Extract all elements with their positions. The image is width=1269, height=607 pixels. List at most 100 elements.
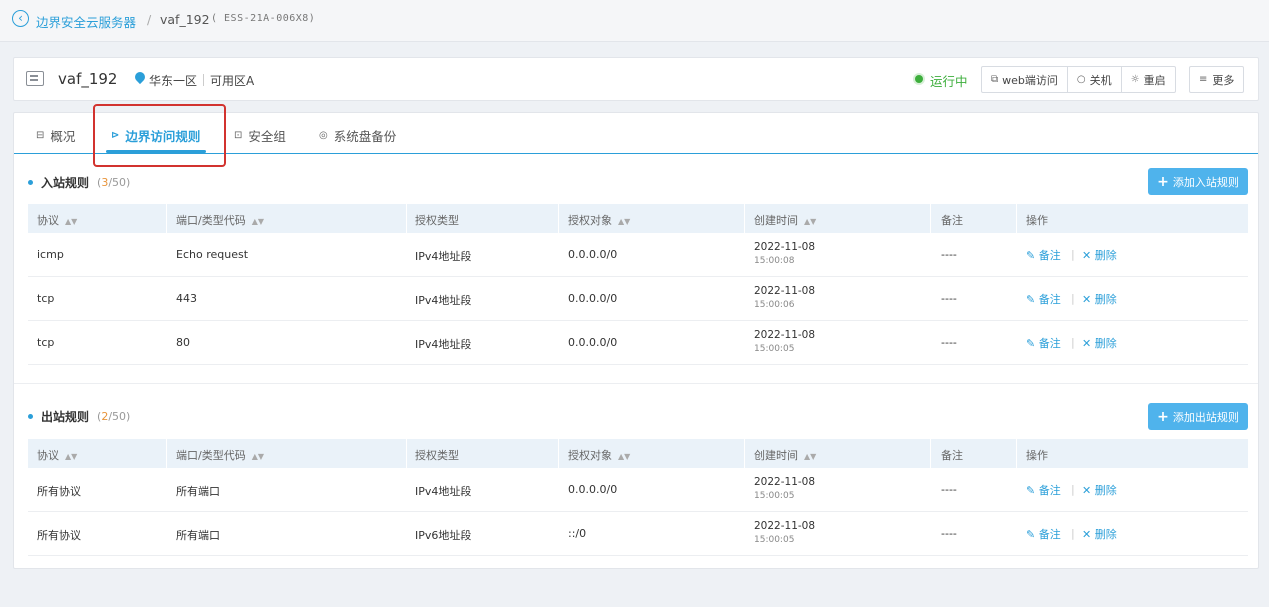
add-inbound-label: 添加入站规则	[1172, 175, 1239, 189]
column-header-label: 备注	[941, 214, 963, 227]
tab-security-group[interactable]: ⊡ 安全组	[234, 126, 286, 145]
section-bullet-icon	[28, 414, 33, 419]
overview-icon: ⊟	[36, 130, 45, 141]
delete-label: 删除	[1094, 293, 1117, 306]
edit-icon: ✎	[1026, 484, 1039, 497]
shutdown-label: 关机	[1089, 73, 1112, 87]
table-row: icmp Echo request IPv4地址段 0.0.0.0/0 2022-11-…	[28, 233, 1248, 277]
action-separator: |	[1071, 527, 1075, 540]
sort-icon[interactable]: ▲▼	[804, 452, 816, 461]
column-divider	[406, 439, 407, 468]
column-header-3[interactable]: 授权对象 ▲▼	[568, 447, 630, 463]
region-label: 华东一区	[149, 74, 198, 88]
column-header-4[interactable]: 创建时间 ▲▼	[754, 212, 816, 228]
breadcrumb: ‹ 边界安全云服务器 / vaf_192 ( ESS-21A-006X8)	[0, 0, 1269, 42]
column-header-label: 协议	[37, 214, 59, 227]
edit-note-link[interactable]: ✎ 备注	[1026, 291, 1061, 307]
edit-note-link[interactable]: ✎ 备注	[1026, 247, 1061, 263]
column-header-4[interactable]: 创建时间 ▲▼	[754, 447, 816, 463]
column-header-3[interactable]: 授权对象 ▲▼	[568, 212, 630, 228]
note-cell: ----	[941, 292, 957, 305]
table-row: 所有协议 所有端口 IPv6地址段::/0 2022-11-08 15:00:05 ---…	[28, 512, 1248, 556]
edit-icon: ✎	[1026, 528, 1039, 541]
created-time-cell: 2022-11-08 15:00:05	[754, 476, 815, 501]
sort-icon[interactable]: ▲▼	[252, 217, 264, 226]
edit-note-link[interactable]: ✎ 备注	[1026, 526, 1061, 542]
created-date: 2022-11-08	[754, 329, 816, 341]
column-header-1[interactable]: 端口/类型代码 ▲▼	[176, 212, 264, 228]
column-divider	[930, 439, 931, 468]
edit-icon: ✎	[1026, 249, 1039, 262]
column-header-1[interactable]: 端口/类型代码 ▲▼	[176, 447, 264, 463]
restart-button[interactable]: ☼ 重启	[1122, 67, 1175, 92]
created-date: 2022-11-08	[754, 476, 816, 488]
edit-note-link[interactable]: ✎ 备注	[1026, 482, 1061, 498]
sort-icon[interactable]: ▲▼	[65, 217, 77, 226]
note-cell: ----	[941, 527, 957, 540]
column-header-label: 授权对象	[568, 449, 612, 462]
table-row: tcp 80 IPv4地址段 0.0.0.0/0 2022-11-08 15:00:05 -…	[28, 321, 1248, 365]
close-icon: ✕	[1082, 293, 1095, 306]
protocol-cell: 所有协议	[37, 485, 81, 498]
shutdown-button[interactable]: ○ 关机	[1068, 67, 1122, 92]
delete-label: 删除	[1094, 337, 1117, 350]
back-arrow-icon[interactable]: ‹	[12, 10, 29, 27]
add-outbound-rule-button[interactable]: + 添加出站规则	[1148, 403, 1248, 430]
action-separator: |	[1071, 248, 1075, 261]
delete-label: 删除	[1094, 249, 1117, 262]
inbound-section-title: 入站规则 (3/50)	[28, 174, 130, 191]
breadcrumb-root-link[interactable]: 边界安全云服务器	[36, 12, 136, 31]
web-access-button[interactable]: ⧉ web端访问	[982, 67, 1068, 92]
column-header-label: 创建时间	[754, 449, 798, 462]
add-inbound-rule-button[interactable]: + 添加入站规则	[1148, 168, 1248, 195]
port-cell: Echo request	[176, 248, 249, 261]
auth-object-cell: 0.0.0.0/0	[568, 248, 618, 261]
column-header-label: 备注	[941, 449, 963, 462]
sort-icon[interactable]: ▲▼	[618, 217, 630, 226]
delete-link[interactable]: ✕ 删除	[1082, 482, 1117, 498]
edit-note-link[interactable]: ✎ 备注	[1026, 335, 1061, 351]
sort-icon[interactable]: ▲▼	[804, 217, 816, 226]
column-header-0[interactable]: 协议 ▲▼	[37, 447, 77, 463]
column-divider	[930, 204, 931, 233]
breadcrumb-current: vaf_192	[160, 12, 210, 27]
tab-disk-backup[interactable]: ◎ 系统盘备份	[319, 126, 396, 145]
created-time: 15:00:06	[754, 300, 795, 310]
outbound-table-header: 协议 ▲▼ 端口/类型代码 ▲▼ 授权类型 授权对象 ▲▼ 创建时间 ▲▼ 备注 操作	[28, 439, 1248, 468]
delete-link[interactable]: ✕ 删除	[1082, 526, 1117, 542]
delete-link[interactable]: ✕ 删除	[1082, 247, 1117, 263]
column-divider	[166, 439, 167, 468]
column-divider	[166, 204, 167, 233]
more-button[interactable]: ≡ 更多	[1189, 66, 1245, 93]
delete-label: 删除	[1094, 484, 1117, 497]
add-outbound-label: 添加出站规则	[1172, 410, 1239, 424]
column-header-label: 授权类型	[415, 449, 459, 462]
breadcrumb-instance-id: ( ESS-21A-006X8)	[211, 13, 316, 24]
delete-link[interactable]: ✕ 删除	[1082, 291, 1117, 307]
lock-icon: ⊡	[234, 130, 243, 141]
port-cell: 所有端口	[176, 529, 220, 542]
table-row: 所有协议 所有端口 IPv4地址段 0.0.0.0/0 2022-11-08 15:00:…	[28, 468, 1248, 512]
sort-icon[interactable]: ▲▼	[618, 452, 630, 461]
main-panel: ⊟ 概况 ⊳ 边界访问规则 ⊡ 安全组 ◎ 系统盘备份 入站规则 (3/50) …	[13, 112, 1259, 569]
sort-icon[interactable]: ▲▼	[252, 452, 264, 461]
sort-icon[interactable]: ▲▼	[65, 452, 77, 461]
auth-object-cell: 0.0.0.0/0	[568, 336, 618, 349]
column-header-5: 备注	[941, 212, 963, 228]
delete-link[interactable]: ✕ 删除	[1082, 335, 1117, 351]
column-divider	[744, 439, 745, 468]
edit-note-label: 备注	[1038, 528, 1061, 541]
port-cell: 80	[176, 336, 190, 349]
column-header-0[interactable]: 协议 ▲▼	[37, 212, 77, 228]
web-access-label: web端访问	[1002, 73, 1058, 87]
close-icon: ✕	[1082, 528, 1095, 541]
close-icon: ✕	[1082, 249, 1095, 262]
column-header-label: 协议	[37, 449, 59, 462]
auth-type-cell: IPv6地址段	[415, 529, 472, 542]
location-pin-icon	[132, 69, 148, 85]
column-header-label: 端口/类型代码	[176, 449, 246, 462]
tab-overview[interactable]: ⊟ 概况	[36, 126, 75, 145]
status-dot-icon	[915, 75, 923, 83]
inbound-table-header: 协议 ▲▼ 端口/类型代码 ▲▼ 授权类型 授权对象 ▲▼ 创建时间 ▲▼ 备注 操作	[28, 204, 1248, 233]
outbound-section-title: 出站规则 (2/50)	[28, 408, 130, 425]
